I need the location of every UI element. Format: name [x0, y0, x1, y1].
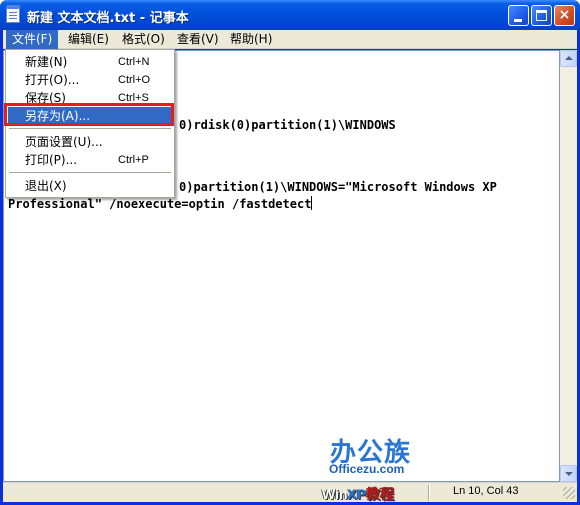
- editor-line: 0)partition(1)\WINDOWS="Microsoft Window…: [179, 180, 497, 194]
- menu-file[interactable]: 文件(F): [6, 30, 59, 49]
- minimize-button[interactable]: [508, 5, 529, 26]
- status-divider: [428, 485, 430, 501]
- text-caret: [311, 196, 313, 210]
- arrow-up-icon: [565, 56, 573, 60]
- editor-line-text: Professional" /noexecute=optin /fastdete…: [8, 197, 312, 211]
- menu-item-shortcut: Ctrl+N: [118, 56, 150, 68]
- menu-view[interactable]: 查看(V): [171, 30, 225, 49]
- menu-edit[interactable]: 编辑(E): [62, 30, 115, 49]
- watermark-brand-jc: 教程: [366, 486, 395, 502]
- menu-item-label: 打开(O)...: [25, 73, 80, 87]
- watermark-site: Officezu.com: [329, 462, 405, 476]
- title-bar[interactable]: 新建 文本文档.txt - 记事本 ×: [0, 0, 580, 30]
- watermark-brand: WinXP教程: [322, 484, 394, 504]
- menu-separator: [9, 172, 171, 174]
- menu-separator: [9, 128, 171, 130]
- menu-item-page-setup[interactable]: 页面设置(U)...: [8, 133, 172, 151]
- menu-item-label: 打印(P)...: [25, 153, 78, 167]
- vertical-scrollbar[interactable]: [560, 50, 577, 482]
- menu-item-shortcut: Ctrl+O: [118, 74, 151, 86]
- menu-item-label: 退出(X): [25, 179, 67, 193]
- close-button[interactable]: ×: [554, 5, 575, 26]
- close-icon: ×: [558, 7, 571, 23]
- menu-item-exit[interactable]: 退出(X): [8, 177, 172, 195]
- notepad-app-icon[interactable]: [6, 5, 20, 23]
- scroll-up-button[interactable]: [560, 50, 577, 67]
- maximize-button[interactable]: [531, 5, 552, 26]
- minimize-icon: [514, 19, 522, 22]
- notepad-window: 新建 文本文档.txt - 记事本 × 文件(F) 编辑(E) 格式(O) 查看…: [0, 0, 580, 505]
- watermark-brand-xp: XP: [347, 486, 367, 502]
- menu-bar: 文件(F) 编辑(E) 格式(O) 查看(V) 帮助(H): [3, 30, 577, 49]
- scroll-down-button[interactable]: [560, 465, 577, 482]
- menu-item-shortcut: Ctrl+P: [118, 154, 149, 166]
- menu-item-label: 新建(N): [25, 55, 68, 69]
- editor-line: 0)rdisk(0)partition(1)\WINDOWS: [179, 118, 396, 132]
- menu-item-print[interactable]: 打印(P)... Ctrl+P: [8, 151, 172, 169]
- maximize-icon: [536, 10, 547, 21]
- cursor-position: Ln 10, Col 43: [453, 485, 519, 497]
- menu-format[interactable]: 格式(O): [116, 30, 171, 49]
- menu-item-new[interactable]: 新建(N) Ctrl+N: [8, 53, 172, 71]
- menu-item-open[interactable]: 打开(O)... Ctrl+O: [8, 71, 172, 89]
- status-bar: Ln 10, Col 43: [3, 482, 577, 502]
- watermark-brand-win: Win: [322, 486, 348, 502]
- annotation-highlight-box: [4, 103, 174, 126]
- resize-grip-icon[interactable]: [563, 487, 575, 499]
- menu-help[interactable]: 帮助(H): [224, 30, 278, 49]
- arrow-down-icon: [565, 472, 573, 476]
- menu-item-label: 页面设置(U)...: [25, 135, 103, 149]
- editor-line-last: Professional" /noexecute=optin /fastdete…: [8, 196, 313, 212]
- window-title: 新建 文本文档.txt - 记事本: [27, 11, 189, 26]
